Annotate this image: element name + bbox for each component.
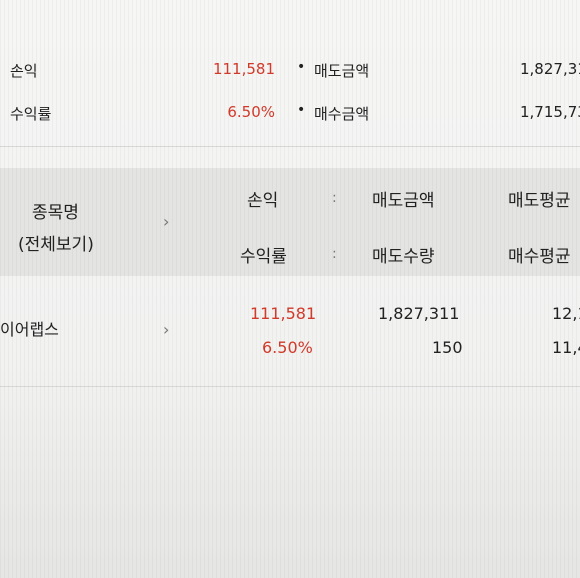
summary-rate-row: 수익률 6.50% • 매수금액 1,715,73 [0,93,580,133]
summary-sell-amount-label: 매도금액 [314,62,370,80]
summary-profit-row: 손익 111,581 • 매도금액 1,827,31 [0,50,580,90]
header-buy-avg: 매수평균 [508,247,571,267]
header-sell-avg: 매도평균 [508,191,571,211]
table-row[interactable]: 이어랩스 › 111,581 6.50% 1,827,311 150 12, 1 … [0,276,580,386]
row-sell-amount: 1,827,311 [378,304,460,323]
header-stock-name: 종목명 [32,203,79,223]
summary-profit-label: 손익 [10,62,38,80]
row-rate: 6.50% [262,338,313,357]
summary-rate-label: 수익률 [10,105,52,123]
empty-list-area [0,386,580,578]
summary-sell-amount-value: 1,827,31 [520,60,580,78]
column-separator: : [332,246,337,262]
header-profit: 손익 [247,191,279,211]
summary-profit-value: 111,581 [212,60,275,78]
header-sell-amount: 매도금액 [372,191,435,211]
section-divider [0,146,580,147]
header-rate: 수익률 [240,247,287,267]
summary-buy-amount-label: 매수금액 [314,105,370,123]
bullet-icon: • [297,102,306,118]
view-all-toggle[interactable]: (전체보기) [18,230,94,255]
realized-profit-screen: 손익 111,581 • 매도금액 1,827,31 수익률 6.50% • 매… [0,0,580,578]
summary-rate-value: 6.50% [227,103,275,121]
stock-name[interactable]: 이어랩스 [0,316,59,340]
chevron-right-icon[interactable]: › [163,320,169,339]
row-profit: 111,581 [250,304,317,323]
column-separator: : [332,190,337,206]
row-sell-avg: 12,1 [552,304,580,323]
table-header: 종목명 (전체보기) › 손익 수익률 : : 매도금액 매도수량 매도평균 매… [0,168,580,276]
header-sell-qty: 매도수량 [372,247,435,267]
chevron-right-icon[interactable]: › [163,212,169,231]
bullet-icon: • [297,59,306,75]
summary-buy-amount-value: 1,715,73 [520,103,580,121]
row-sell-qty: 150 [432,338,463,357]
row-buy-avg: 11,4 [552,338,580,357]
